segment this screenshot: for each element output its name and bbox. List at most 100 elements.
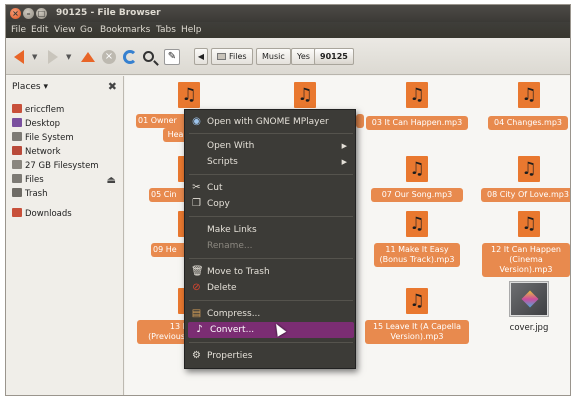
file-label[interactable]: 15 Leave It (A Capella Version).mp3 — [365, 320, 469, 344]
menu-tabs[interactable]: Tabs — [156, 25, 176, 35]
title-bar: × – □ 90125 - File Browser — [6, 5, 570, 22]
menu-item-compress[interactable]: ▤ Compress... — [185, 306, 355, 322]
up-button[interactable] — [81, 48, 95, 65]
menu-view[interactable]: View — [54, 25, 75, 35]
edit-location-button[interactable]: ✎ — [164, 48, 180, 65]
sidebar-item-home[interactable]: ericcflem — [12, 104, 120, 117]
sidebar-item-desktop[interactable]: Desktop — [12, 118, 120, 131]
menu-item-label: Delete — [207, 283, 237, 293]
back-button[interactable] — [14, 48, 24, 65]
sidebar-item-label: File System — [25, 133, 74, 143]
eject-icon[interactable]: ⏏ — [107, 175, 116, 186]
file-name: 12 It Can Happen — [491, 245, 561, 254]
search-button[interactable] — [143, 48, 154, 65]
menu-edit[interactable]: Edit — [31, 25, 48, 35]
menu-item-convert[interactable]: ♪ Convert... — [188, 322, 354, 338]
breadcrumb-label: Files — [229, 52, 247, 61]
forward-history-dropdown[interactable]: ▼ — [66, 48, 71, 65]
menu-item-open-with-mplayer[interactable]: ◉ Open with GNOME MPlayer — [185, 114, 355, 130]
music-file-icon[interactable]: ♫ — [406, 211, 428, 237]
places-dropdown[interactable]: Places ▾ — [12, 82, 48, 92]
menu-item-properties[interactable]: ⚙ Properties — [185, 348, 355, 364]
cut-icon: ✂ — [192, 182, 201, 193]
sidebar-item-27gb-filesystem[interactable]: 27 GB Filesystem — [12, 160, 120, 173]
file-label[interactable]: 12 It Can Happen (Cinema Version).mp3 — [482, 243, 570, 277]
music-file-icon[interactable]: ♫ — [518, 82, 540, 108]
downloads-icon — [12, 208, 22, 217]
menu-go[interactable]: Go — [80, 25, 92, 35]
breadcrumb-files[interactable]: Files — [211, 48, 253, 65]
sidebar-header: Places ▾ ✖ — [10, 80, 120, 96]
sidebar-item-network[interactable]: Network — [12, 146, 120, 159]
network-icon — [12, 146, 22, 155]
sidebar-item-files[interactable]: Files ⏏ — [12, 174, 120, 187]
file-label[interactable]: 08 City Of Love.mp3 — [481, 188, 570, 202]
file-label[interactable]: 07 Our Song.mp3 — [371, 188, 463, 202]
file-label[interactable]: 11 Make It Easy (Bonus Track).mp3 — [374, 243, 460, 267]
file-label[interactable]: 13 I (Previous — [137, 320, 187, 344]
sidebar-item-filesystem[interactable]: File System — [12, 132, 120, 145]
menu-item-move-to-trash[interactable]: 🗑 Move to Trash — [185, 264, 355, 280]
menu-item-make-links[interactable]: Make Links — [185, 222, 355, 238]
file-name: 15 Leave It (A Capella — [372, 322, 462, 331]
menu-item-copy[interactable]: ❐ Copy — [185, 196, 355, 212]
maximize-window-button[interactable]: □ — [36, 8, 47, 19]
file-label[interactable]: cover.jpg — [495, 323, 563, 333]
close-window-button[interactable]: × — [10, 8, 21, 19]
menu-item-scripts[interactable]: Scripts ▶ — [185, 154, 355, 170]
file-name: (Cinema Version).mp3 — [499, 255, 553, 274]
breadcrumb-yes[interactable]: Yes — [291, 48, 316, 65]
menu-help[interactable]: Help — [181, 25, 202, 35]
forward-button[interactable] — [48, 48, 58, 65]
breadcrumb-90125[interactable]: 90125 — [314, 48, 354, 65]
compress-icon: ▤ — [191, 308, 202, 319]
file-name: (Bonus Track).mp3 — [379, 255, 455, 264]
menu-separator — [189, 174, 353, 175]
menu-item-cut[interactable]: ✂ Cut — [185, 180, 355, 196]
music-file-icon[interactable]: ♫ — [406, 288, 428, 314]
breadcrumb-music[interactable]: Music — [256, 48, 291, 65]
file-label[interactable]: 01 Owner — [136, 114, 188, 128]
music-file-icon[interactable]: ♫ — [518, 156, 540, 182]
file-label[interactable]: 05 Cin — [149, 188, 187, 202]
forward-arrow-icon — [48, 49, 58, 64]
close-sidebar-button[interactable]: ✖ — [108, 80, 117, 93]
file-label[interactable]: 02 — [356, 114, 364, 128]
stop-button[interactable]: × — [102, 48, 116, 65]
up-arrow-icon — [81, 51, 95, 62]
reload-button[interactable] — [123, 48, 137, 65]
music-file-icon[interactable]: ♫ — [518, 211, 540, 237]
menu-item-rename[interactable]: Rename... — [185, 238, 355, 254]
menu-item-open-with[interactable]: Open With ▶ — [185, 138, 355, 154]
music-file-icon[interactable]: ♫ — [294, 82, 316, 108]
file-name: Hea — [167, 130, 184, 139]
menu-item-label: Scripts — [207, 157, 238, 167]
menu-item-label: Cut — [207, 183, 223, 193]
desktop-icon — [12, 118, 22, 127]
image-file-icon[interactable] — [510, 282, 548, 316]
file-label[interactable]: 09 He — [151, 243, 187, 257]
music-file-icon[interactable]: ♫ — [178, 82, 200, 108]
music-file-icon[interactable]: ♫ — [406, 156, 428, 182]
menu-file[interactable]: File — [11, 25, 26, 35]
menu-item-label: Open With — [207, 141, 255, 151]
back-history-dropdown[interactable]: ▼ — [32, 48, 37, 65]
menu-bar: File Edit View Go Bookmarks Tabs Help — [6, 22, 570, 38]
music-file-icon[interactable]: ♫ — [406, 82, 428, 108]
file-name: (Previous — [148, 332, 185, 341]
home-icon — [12, 104, 22, 113]
file-label[interactable]: 03 It Can Happen.mp3 — [366, 116, 468, 130]
file-name: Version).mp3 — [390, 332, 444, 341]
minimize-window-button[interactable]: – — [23, 8, 34, 19]
sidebar-item-downloads[interactable]: Downloads — [12, 208, 120, 221]
breadcrumb-scroll-left-button[interactable]: ◀ — [194, 48, 208, 65]
play-icon: ◉ — [192, 116, 201, 127]
sidebar-item-label: Downloads — [25, 209, 72, 219]
sidebar-item-trash[interactable]: Trash — [12, 188, 120, 201]
back-arrow-icon — [14, 49, 24, 64]
file-label[interactable]: 04 Changes.mp3 — [488, 116, 568, 130]
menu-item-delete[interactable]: ⊘ Delete — [185, 280, 355, 296]
menu-separator — [189, 258, 353, 259]
menu-bookmarks[interactable]: Bookmarks — [100, 25, 150, 35]
menu-separator — [189, 216, 353, 217]
